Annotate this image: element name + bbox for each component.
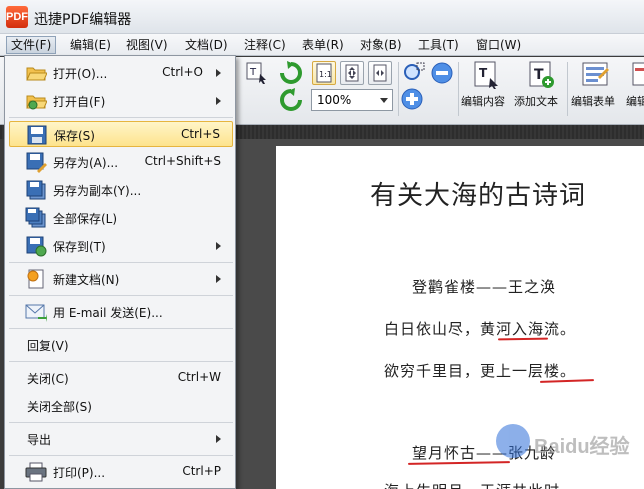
fit-page-icon <box>345 64 359 82</box>
watermark: Baidu经验 <box>496 422 644 462</box>
svg-text:T: T <box>249 67 257 78</box>
actual-size-icon: 1:1 <box>316 63 332 83</box>
menu-save-to[interactable]: 保存到(T) <box>9 233 233 259</box>
rotate-counterclockwise-icon[interactable] <box>278 87 304 113</box>
text-select-icon[interactable]: T <box>244 60 270 86</box>
title-bar: PDF 迅捷PDF编辑器 <box>0 0 644 34</box>
edit-content-label[interactable]: 编辑内容 <box>461 93 505 109</box>
edit-more-label[interactable]: 编辑 <box>626 93 644 109</box>
actual-size-button[interactable]: 1:1 <box>312 61 336 85</box>
menu-separator <box>9 455 233 456</box>
edit-more-icon[interactable] <box>630 60 644 90</box>
poem-line: 海上生明月，天涯共此时。 <box>384 480 576 489</box>
menu-bar: 文件(F) 编辑(E) 视图(V) 文档(D) 注释(C) 表单(R) 对象(B… <box>0 34 644 56</box>
save-to-icon <box>26 236 47 257</box>
folder-open-icon <box>26 67 47 81</box>
menu-save[interactable]: 保存(S) Ctrl+S <box>9 121 233 147</box>
menu-edit[interactable]: 编辑(E) <box>66 36 115 54</box>
svg-text:T: T <box>479 66 488 80</box>
app-logo-icon: PDF <box>6 6 28 28</box>
toolbar-separator <box>458 62 459 116</box>
zoom-value: 100% <box>317 93 352 107</box>
menu-file[interactable]: 文件(F) <box>6 36 57 54</box>
zoom-out-icon[interactable] <box>430 61 454 85</box>
menu-print[interactable]: 打印(P)... Ctrl+P <box>9 459 233 485</box>
menu-window[interactable]: 窗口(W) <box>472 36 525 54</box>
submenu-arrow-icon <box>216 97 221 105</box>
menu-tools[interactable]: 工具(T) <box>414 36 463 54</box>
edit-form-icon[interactable] <box>580 60 610 90</box>
poem-heading: 登鹳雀楼——王之涣 <box>412 278 557 296</box>
svg-text:1:1: 1:1 <box>319 70 332 79</box>
menu-save-as[interactable]: 另存为(A)... Ctrl+Shift+S <box>9 149 233 175</box>
menu-comment[interactable]: 注释(C) <box>240 36 290 54</box>
zoom-in-icon[interactable] <box>400 87 424 111</box>
save-icon <box>27 125 47 145</box>
marquee-zoom-icon[interactable] <box>402 61 426 85</box>
toolbar-separator <box>567 62 568 116</box>
email-icon <box>25 304 47 322</box>
menu-close-all[interactable]: 关闭全部(S) <box>9 393 233 419</box>
menu-close[interactable]: 关闭(C) Ctrl+W <box>9 365 233 391</box>
menu-object[interactable]: 对象(B) <box>356 36 406 54</box>
menu-save-all[interactable]: 全部保存(L) <box>9 205 233 231</box>
menu-export[interactable]: 导出 <box>9 426 233 452</box>
menu-form[interactable]: 表单(R) <box>298 36 348 54</box>
submenu-arrow-icon <box>216 69 221 77</box>
save-all-icon <box>25 207 46 228</box>
zoom-select[interactable]: 100% <box>311 89 393 111</box>
submenu-arrow-icon <box>216 435 221 443</box>
rotate-clockwise-icon[interactable] <box>278 60 304 86</box>
menu-revert[interactable]: 回复(V) <box>9 332 233 358</box>
watermark-text: Baidu经验 <box>534 436 630 458</box>
menu-view[interactable]: 视图(V) <box>122 36 172 54</box>
menu-save-copy[interactable]: 另存为副本(Y)... <box>9 177 233 203</box>
fit-width-button[interactable] <box>368 61 392 85</box>
fit-width-icon <box>373 64 387 82</box>
menu-separator <box>9 422 233 423</box>
menu-document[interactable]: 文档(D) <box>181 36 232 54</box>
add-text-icon[interactable]: T <box>526 60 556 90</box>
edit-content-icon[interactable]: T <box>472 60 502 90</box>
submenu-arrow-icon <box>216 242 221 250</box>
save-copy-icon <box>26 180 46 200</box>
save-as-icon <box>26 152 47 173</box>
chevron-down-icon <box>380 98 388 103</box>
menu-separator <box>9 328 233 329</box>
fit-page-button[interactable] <box>340 61 364 85</box>
window-title: 迅捷PDF编辑器 <box>34 12 132 28</box>
file-menu-dropdown: 打开(O)... Ctrl+O 打开自(F) 保存(S) Ctrl+S 另存为(… <box>4 55 236 489</box>
menu-open-from[interactable]: 打开自(F) <box>9 88 233 114</box>
toolbar-separator <box>398 62 399 116</box>
document-title: 有关大海的古诗词 <box>370 181 587 211</box>
menu-send-email[interactable]: 用 E-mail 发送(E)... <box>9 299 233 325</box>
menu-open[interactable]: 打开(O)... Ctrl+O <box>9 60 233 86</box>
menu-separator <box>9 295 233 296</box>
submenu-arrow-icon <box>216 275 221 283</box>
printer-icon <box>25 462 47 482</box>
new-document-icon <box>27 269 44 289</box>
add-text-label[interactable]: 添加文本 <box>514 93 558 109</box>
menu-separator <box>9 117 233 118</box>
menu-separator <box>9 262 233 263</box>
baidu-paw-icon <box>496 424 530 458</box>
folder-from-icon <box>26 95 47 110</box>
edit-form-label[interactable]: 编辑表单 <box>571 93 615 109</box>
menu-new-document[interactable]: 新建文档(N) <box>9 266 233 292</box>
menu-separator <box>9 361 233 362</box>
poem-line: 欲穷千里目，更上一层楼。 <box>384 362 577 380</box>
poem-line: 白日依山尽，黄河入海流。 <box>384 320 577 338</box>
